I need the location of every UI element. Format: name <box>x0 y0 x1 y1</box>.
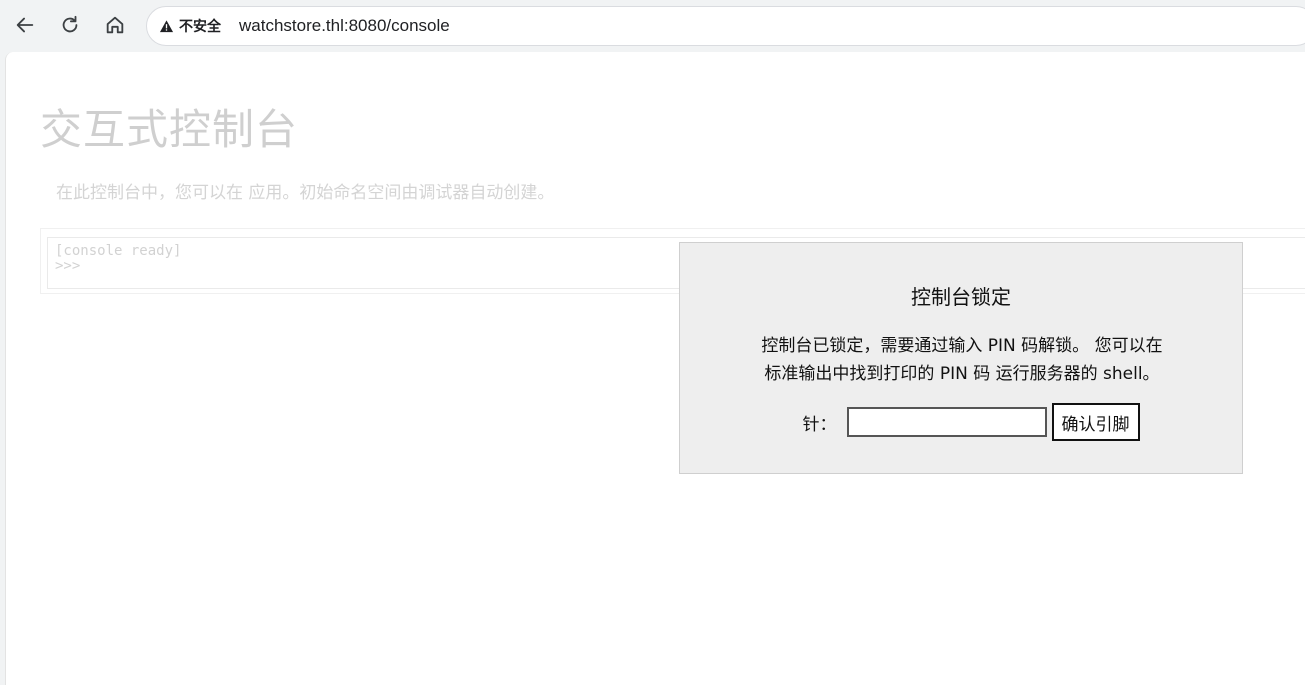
pin-form: 针： 确认引脚 <box>680 403 1242 441</box>
site-security-indicator[interactable]: 不安全 <box>159 16 221 36</box>
security-label: 不安全 <box>179 19 221 35</box>
dialog-message-line2: 标准输出中找到打印的 PIN 码 运行服务器的 shell。 <box>764 364 1160 384</box>
confirm-pin-button[interactable]: 确认引脚 <box>1051 403 1140 441</box>
home-icon <box>106 16 124 34</box>
back-button[interactable] <box>10 10 40 40</box>
warning-icon <box>159 19 174 32</box>
dialog-message-line1: 控制台已锁定，需要通过输入 PIN 码解锁。 您可以在 <box>761 336 1163 356</box>
intro-text: 在此控制台中，您可以在 应用。初始命名空间由调试器自动创建。 <box>56 183 555 203</box>
dialog-title: 控制台锁定 <box>911 285 1011 309</box>
reload-button[interactable] <box>55 10 85 40</box>
console-locked-dialog: 控制台锁定 控制台已锁定，需要通过输入 PIN 码解锁。 您可以在 标准输出中找… <box>679 242 1243 474</box>
url-text[interactable]: watchstore.thl:8080/console <box>239 16 450 36</box>
address-bar[interactable]: 不安全 watchstore.thl:8080/console <box>146 6 1305 46</box>
page-viewport: 交互式控制台 在此控制台中，您可以在 应用。初始命名空间由调试器自动创建。 [c… <box>5 52 1305 685</box>
reload-icon <box>62 15 78 33</box>
dialog-message: 控制台已锁定，需要通过输入 PIN 码解锁。 您可以在 标准输出中找到打印的 P… <box>710 332 1214 388</box>
back-icon <box>16 17 34 33</box>
home-button[interactable] <box>100 10 130 40</box>
page-title: 交互式控制台 <box>40 105 299 154</box>
pin-input[interactable] <box>846 407 1047 437</box>
pin-label: 针： <box>802 414 837 435</box>
browser-toolbar: 不安全 watchstore.thl:8080/console <box>0 0 1305 52</box>
